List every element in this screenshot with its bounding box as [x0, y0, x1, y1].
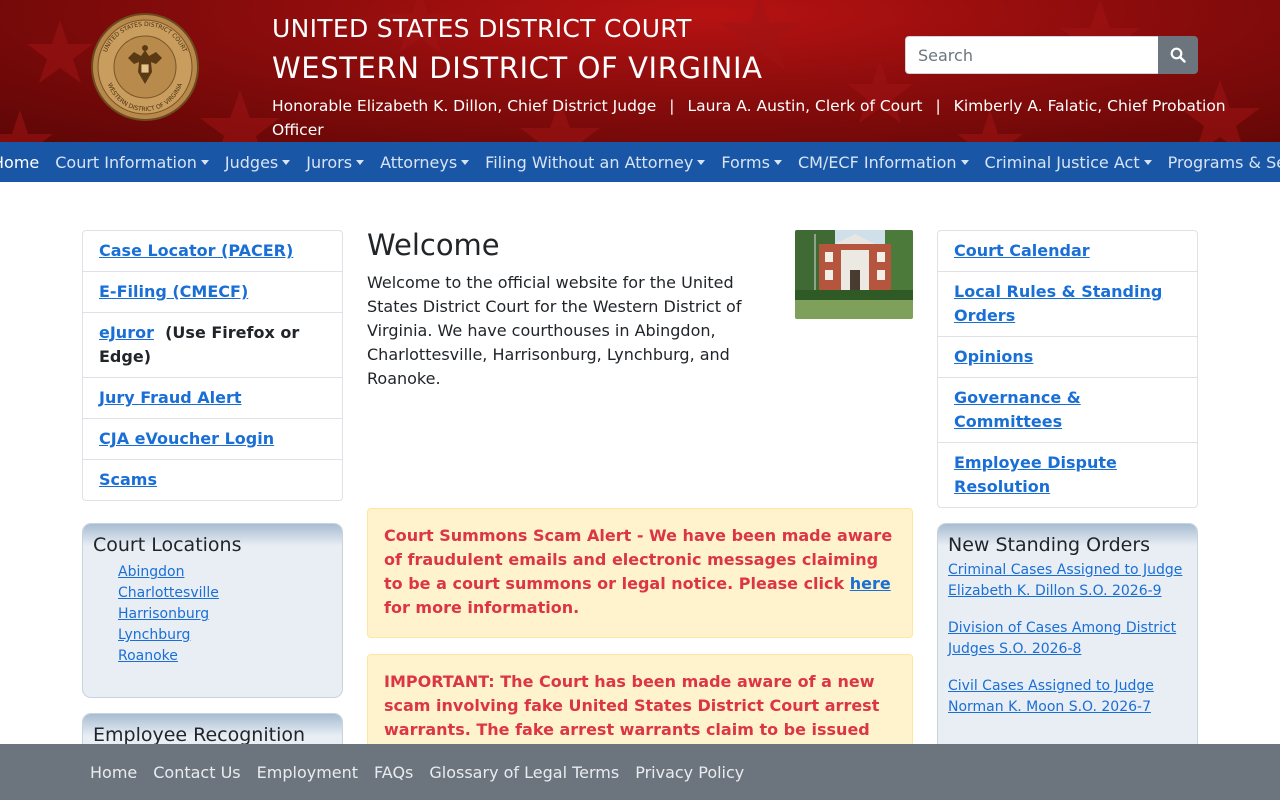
- footer-employment-link[interactable]: Employment: [257, 763, 358, 782]
- nav-home-label: Home: [0, 152, 40, 172]
- chevron-down-icon: [356, 159, 365, 165]
- chevron-down-icon: [773, 159, 782, 165]
- standing-order-link[interactable]: Criminal Cases Assigned to Judge Elizabe…: [948, 560, 1187, 602]
- chevron-down-icon: [697, 159, 706, 165]
- search-button[interactable]: [1158, 36, 1198, 74]
- nav-attorneys[interactable]: Attorneys: [372, 142, 477, 182]
- nav-cmecf-information[interactable]: CM/ECF Information: [790, 142, 977, 182]
- court-seal-logo[interactable]: UNITED STATES DISTRICT COURT WESTERN DIS…: [90, 12, 200, 122]
- employee-dispute-resolution-link[interactable]: Employee Dispute Resolution: [954, 453, 1117, 496]
- footer-home-link[interactable]: Home: [90, 763, 137, 782]
- standing-orders-list: Criminal Cases Assigned to Judge Elizabe…: [938, 556, 1197, 718]
- nav-jurors-label: Jurors: [306, 152, 353, 172]
- nav-attorneys-label: Attorneys: [380, 152, 458, 172]
- nav-judges-label: Judges: [224, 152, 279, 172]
- footer-privacy-link[interactable]: Privacy Policy: [635, 763, 744, 782]
- list-item: Employee Dispute Resolution: [938, 443, 1197, 507]
- search-icon: [1170, 47, 1186, 63]
- footer-faqs-link[interactable]: FAQs: [374, 763, 413, 782]
- governance-committees-link[interactable]: Governance & Committees: [954, 388, 1081, 431]
- location-link-harrisonburg[interactable]: Harrisonburg: [118, 604, 342, 625]
- welcome-text: Welcome to the official website for the …: [367, 273, 742, 388]
- nav-programs-services[interactable]: Programs & Services: [1160, 142, 1280, 182]
- opinions-link[interactable]: Opinions: [954, 347, 1033, 366]
- courthouse-photo: [795, 230, 913, 319]
- list-item: Case Locator (PACER): [83, 231, 342, 272]
- case-locator-link[interactable]: Case Locator (PACER): [99, 241, 293, 260]
- nav-cmecf-information-label: CM/ECF Information: [797, 152, 957, 172]
- court-name-line2: WESTERN DISTRICT OF VIRGINIA: [272, 51, 763, 85]
- court-officers: Honorable Elizabeth K. Dillon, Chief Dis…: [272, 94, 1232, 142]
- summons-scam-alert: Court Summons Scam Alert - We have been …: [367, 508, 913, 638]
- ejuror-link[interactable]: eJuror: [99, 323, 154, 342]
- standing-order-link[interactable]: Civil Cases Assigned to Judge Norman K. …: [948, 676, 1187, 718]
- chevron-down-icon: [1143, 159, 1152, 165]
- location-link-charlottesville[interactable]: Charlottesville: [118, 583, 342, 604]
- list-item: Opinions: [938, 337, 1197, 378]
- resources-links-list: Court Calendar Local Rules & Standing Or…: [937, 230, 1198, 508]
- nav-jurors[interactable]: Jurors: [298, 142, 372, 182]
- standing-order-link[interactable]: Division of Cases Among District Judges …: [948, 618, 1187, 660]
- list-item: E-Filing (CMECF): [83, 272, 342, 313]
- chief-judge-text: Honorable Elizabeth K. Dillon, Chief Dis…: [272, 97, 657, 115]
- nav-judges[interactable]: Judges: [217, 142, 298, 182]
- search-bar: [905, 36, 1198, 74]
- nav-forms[interactable]: Forms: [713, 142, 790, 182]
- location-link-lynchburg[interactable]: Lynchburg: [118, 625, 342, 646]
- footer-contact-link[interactable]: Contact Us: [153, 763, 240, 782]
- efiling-link[interactable]: E-Filing (CMECF): [99, 282, 248, 301]
- cja-evoucher-link[interactable]: CJA eVoucher Login: [99, 429, 274, 448]
- main-nav: Home Court Information Judges Jurors Att…: [0, 142, 1280, 182]
- list-item: Scams: [83, 460, 342, 500]
- footer-glossary-link[interactable]: Glossary of Legal Terms: [429, 763, 619, 782]
- court-locations-list: Abingdon Charlottesville Harrisonburg Ly…: [83, 556, 342, 667]
- separator: |: [669, 97, 675, 115]
- nav-forms-label: Forms: [721, 152, 770, 172]
- nav-criminal-justice-act[interactable]: Criminal Justice Act: [977, 142, 1160, 182]
- site-footer: Home Contact Us Employment FAQs Glossary…: [0, 744, 1280, 800]
- scams-link[interactable]: Scams: [99, 470, 157, 489]
- standing-orders-title: New Standing Orders: [948, 534, 1151, 556]
- court-calendar-link[interactable]: Court Calendar: [954, 241, 1090, 260]
- nav-programs-services-label: Programs & Services: [1167, 152, 1280, 172]
- site-header: UNITED STATES DISTRICT COURT WESTERN DIS…: [0, 0, 1280, 142]
- separator: |: [935, 97, 941, 115]
- court-locations-title: Court Locations: [93, 534, 242, 556]
- chevron-down-icon: [200, 159, 209, 165]
- jury-fraud-alert-link[interactable]: Jury Fraud Alert: [99, 388, 242, 407]
- nav-court-information-label: Court Information: [55, 152, 197, 172]
- local-rules-link[interactable]: Local Rules & Standing Orders: [954, 282, 1162, 325]
- list-item: Jury Fraud Alert: [83, 378, 342, 419]
- chevron-down-icon: [960, 159, 969, 165]
- nav-filing-without-attorney[interactable]: Filing Without an Attorney: [477, 142, 713, 182]
- search-input[interactable]: [905, 36, 1158, 74]
- summons-alert-text: Court Summons Scam Alert - We have been …: [384, 526, 893, 593]
- warrant-alert-text: IMPORTANT: The Court has been made aware…: [384, 672, 880, 739]
- nav-home[interactable]: Home: [0, 142, 47, 182]
- nav-criminal-justice-act-label: Criminal Justice Act: [984, 152, 1140, 172]
- summons-alert-here-link[interactable]: here: [850, 574, 891, 593]
- page-title: Welcome: [367, 228, 500, 262]
- location-link-abingdon[interactable]: Abingdon: [118, 562, 342, 583]
- clerk-text: Laura A. Austin, Clerk of Court: [687, 97, 923, 115]
- quick-links-list: Case Locator (PACER) E-Filing (CMECF) eJ…: [82, 230, 343, 501]
- employee-recognition-title: Employee Recognition: [93, 724, 306, 746]
- location-link-roanoke[interactable]: Roanoke: [118, 646, 342, 667]
- court-name-line1: UNITED STATES DISTRICT COURT: [272, 14, 692, 43]
- list-item: Local Rules & Standing Orders: [938, 272, 1197, 337]
- list-item: eJuror (Use Firefox or Edge): [83, 313, 342, 378]
- nav-filing-without-attorney-label: Filing Without an Attorney: [485, 152, 694, 172]
- list-item: Governance & Committees: [938, 378, 1197, 443]
- summons-alert-text-end: for more information.: [384, 598, 580, 617]
- nav-court-information[interactable]: Court Information: [47, 142, 217, 182]
- list-item: CJA eVoucher Login: [83, 419, 342, 460]
- list-item: Court Calendar: [938, 231, 1197, 272]
- court-locations-card: Court Locations Abingdon Charlottesville…: [82, 523, 343, 698]
- chevron-down-icon: [461, 159, 470, 165]
- chevron-down-icon: [282, 159, 291, 165]
